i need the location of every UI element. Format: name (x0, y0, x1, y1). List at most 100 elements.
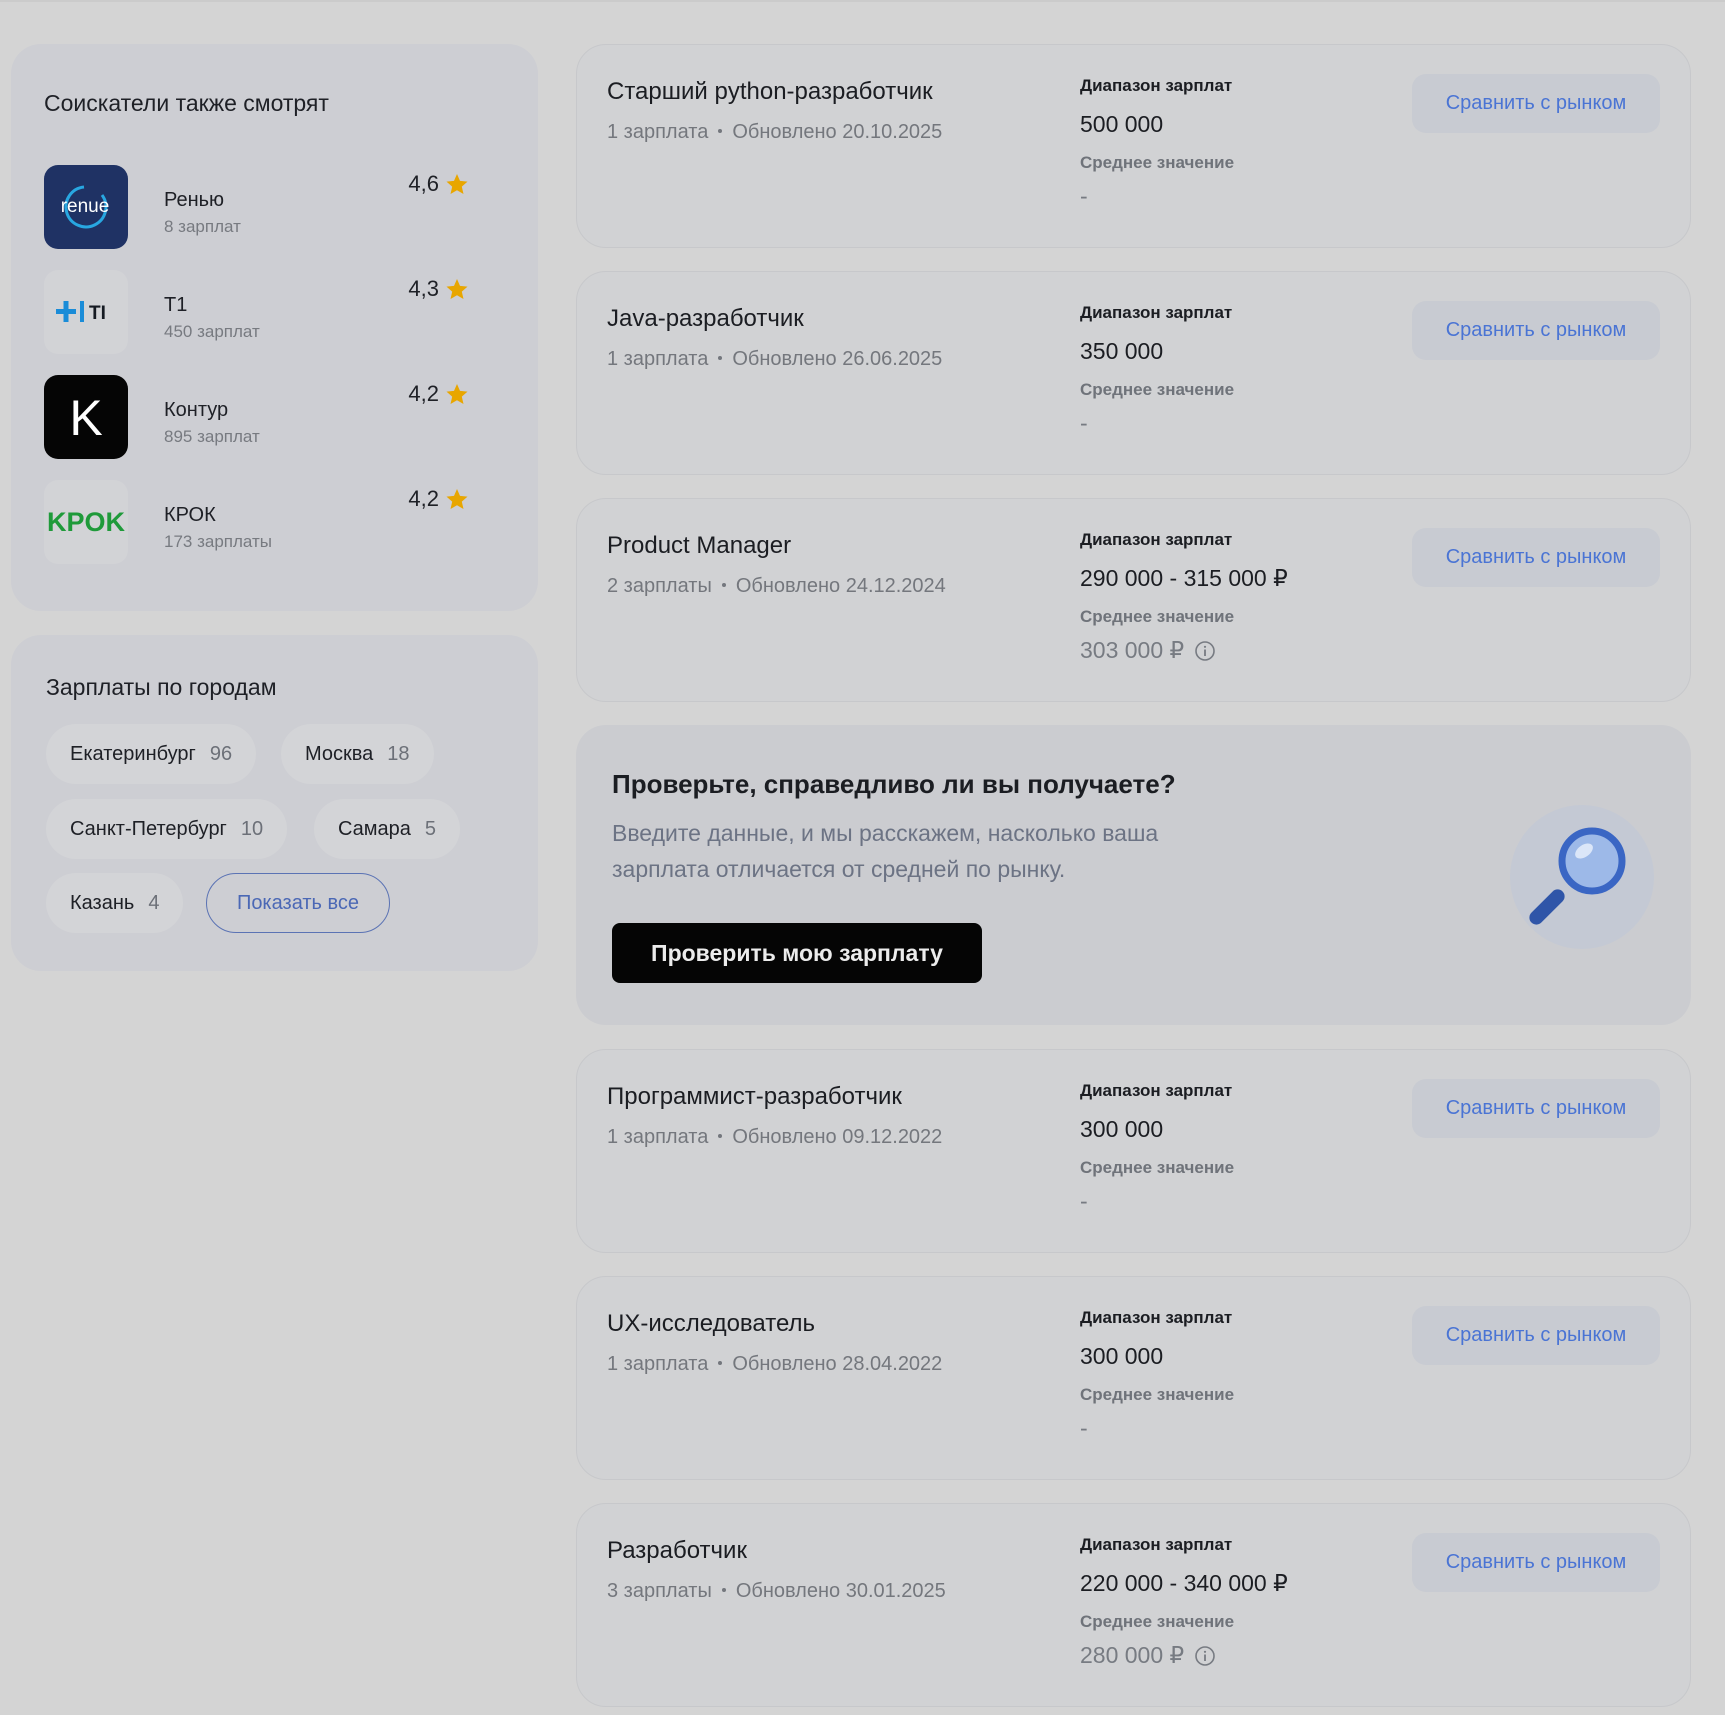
job-meta: 2 зарплаты Обновлено 24.12.2024 (607, 575, 946, 598)
city-count: 4 (148, 891, 160, 914)
star-icon (446, 489, 468, 509)
job-salary-count: 1 зарплата (607, 348, 709, 370)
city-name: Санкт-Петербург (70, 817, 227, 840)
job-card[interactable]: Разработчик 3 зарплаты Обновлено 30.01.20… (576, 1503, 1691, 1707)
salary-range-label: Диапазон зарплат (1080, 1535, 1233, 1554)
salary-range-value: 300 000 (1080, 1116, 1164, 1142)
rating-value: 4,2 (408, 381, 439, 406)
salary-page: Соискатели также смотрят renue Ренью 8 з… (0, 0, 1725, 1715)
average-value-text: 280 000 ₽ (1080, 1642, 1185, 1668)
salary-range-label: Диапазон зарплат (1080, 530, 1233, 549)
info-icon[interactable] (1194, 640, 1216, 662)
average-value: 280 000 ₽ (1080, 1642, 1216, 1669)
job-updated: Обновлено 24.12.2024 (735, 575, 946, 597)
svg-text:renue: renue (61, 196, 110, 217)
compare-with-market-button[interactable]: Сравнить с рынком (1412, 1533, 1660, 1592)
rating-value: 4,2 (408, 486, 439, 511)
compare-with-market-button[interactable]: Сравнить с рынком (1412, 528, 1660, 587)
salary-range-label: Диапазон зарплат (1080, 303, 1233, 322)
job-meta: 1 зарплата Обновлено 20.10.2025 (607, 121, 942, 144)
job-card[interactable]: Product Manager 2 зарплаты Обновлено 24.1… (576, 498, 1691, 702)
city-name: Самара (338, 817, 411, 840)
city-count: 18 (387, 742, 410, 765)
company-rating: 4,6 (408, 171, 469, 197)
top-divider (0, 0, 1725, 2)
job-updated: Обновлено 09.12.2022 (732, 1126, 943, 1148)
city-chip-samara[interactable]: Самара 5 (314, 799, 461, 859)
job-salary-count: 2 зарплаты (607, 575, 712, 597)
company-salary-count: 450 зарплат (164, 322, 260, 341)
svg-text:TI: TI (89, 303, 106, 324)
average-label: Среднее значение (1080, 607, 1235, 626)
company-item-renue[interactable]: renue Ренью 8 зарплат 4,6 (44, 165, 504, 249)
renue-logo: renue (44, 165, 128, 249)
promo-text: Введите данные, и мы расскажем, наскольк… (612, 820, 1159, 882)
city-chip-kazan[interactable]: Казань 4 (46, 873, 184, 933)
salary-check-promo: Проверьте, справедливо ли вы получаете? … (576, 725, 1691, 1025)
job-card[interactable]: Программист-разработчик 1 зарплата Обновл… (576, 1049, 1691, 1253)
krok-logo: KPOK (44, 480, 128, 564)
compare-with-market-button[interactable]: Сравнить с рынком (1412, 1079, 1660, 1138)
job-card[interactable]: Старший python-разработчик 1 зарплата Обн… (576, 44, 1691, 248)
company-rating: 4,3 (408, 276, 469, 302)
company-salary-count: 173 зарплаты (164, 532, 273, 551)
info-icon[interactable] (1194, 1645, 1216, 1667)
job-title[interactable]: Программист-разработчик (607, 1083, 902, 1111)
job-salary-count: 1 зарплата (607, 121, 709, 143)
company-item-krok[interactable]: KPOK КРОК 173 зарплаты 4,2 (44, 480, 504, 564)
star-icon (446, 174, 468, 194)
company-name: Ренью (164, 189, 225, 211)
job-title[interactable]: Java-разработчик (607, 305, 804, 333)
company-name: Т1 (164, 294, 188, 316)
city-chip-moscow[interactable]: Москва 18 (281, 724, 434, 784)
related-companies-title: Соискатели также смотрят (44, 90, 329, 116)
promo-title: Проверьте, справедливо ли вы получаете? (612, 769, 1176, 799)
job-title[interactable]: Старший python-разработчик (607, 78, 933, 106)
svg-text:KPOK: KPOK (47, 507, 126, 537)
separator-dot (718, 129, 723, 133)
compare-with-market-button[interactable]: Сравнить с рынком (1412, 1306, 1660, 1365)
company-rating: 4,2 (408, 486, 469, 512)
city-chip-ekaterinburg[interactable]: Екатеринбург 96 (46, 724, 257, 784)
company-salary-count: 895 зарплат (164, 427, 260, 446)
check-salary-button[interactable]: Проверить мою зарплату (612, 923, 982, 983)
company-salary-count: 8 зарплат (164, 217, 241, 236)
city-chip-saint-petersburg[interactable]: Санкт-Петербург 10 (46, 799, 288, 859)
city-count: 5 (424, 817, 437, 840)
salary-range-label: Диапазон зарплат (1080, 1081, 1233, 1100)
company-name: Контур (164, 399, 229, 421)
rating-value: 4,3 (408, 276, 439, 301)
city-name: Казань (70, 891, 135, 914)
average-value: - (1080, 410, 1088, 437)
cities-title: Зарплаты по городам (46, 674, 277, 700)
average-value: - (1080, 1188, 1088, 1215)
cities-panel: Зарплаты по городам Екатеринбург 96 Моск… (11, 635, 538, 971)
average-value-text: - (1080, 1188, 1088, 1214)
job-salary-count: 1 зарплата (607, 1353, 709, 1375)
job-meta: 3 зарплаты Обновлено 30.01.2025 (607, 1580, 946, 1603)
separator-dot (721, 583, 726, 587)
svg-text:K: K (69, 390, 102, 446)
salary-range-value: 290 000 - 315 000 ₽ (1080, 565, 1288, 591)
separator-dot (718, 1361, 723, 1365)
average-label: Среднее значение (1080, 1385, 1235, 1404)
job-title[interactable]: Product Manager (607, 532, 791, 560)
average-label: Среднее значение (1080, 1158, 1235, 1177)
company-item-kontur[interactable]: K Контур 895 зарплат 4,2 (44, 375, 504, 459)
kontur-logo: K (44, 375, 128, 459)
rating-value: 4,6 (408, 171, 439, 196)
job-card[interactable]: Java-разработчик 1 зарплата Обновлено 26.… (576, 271, 1691, 475)
job-updated: Обновлено 30.01.2025 (735, 1580, 946, 1602)
job-title[interactable]: Разработчик (607, 1537, 747, 1565)
compare-with-market-button[interactable]: Сравнить с рынком (1412, 74, 1660, 133)
city-name: Москва (305, 742, 374, 765)
compare-with-market-button[interactable]: Сравнить с рынком (1412, 301, 1660, 360)
salary-range-label: Диапазон зарплат (1080, 76, 1233, 95)
company-item-t1[interactable]: TI Т1 450 зарплат 4,3 (44, 270, 504, 354)
salary-range-value: 300 000 (1080, 1343, 1164, 1369)
show-all-cities-button[interactable]: Показать все (206, 873, 390, 933)
job-title[interactable]: UX-исследователь (607, 1310, 815, 1338)
average-value-text: - (1080, 1415, 1088, 1441)
job-card[interactable]: UX-исследователь 1 зарплата Обновлено 28.… (576, 1276, 1691, 1480)
job-salary-count: 3 зарплаты (607, 1580, 712, 1602)
